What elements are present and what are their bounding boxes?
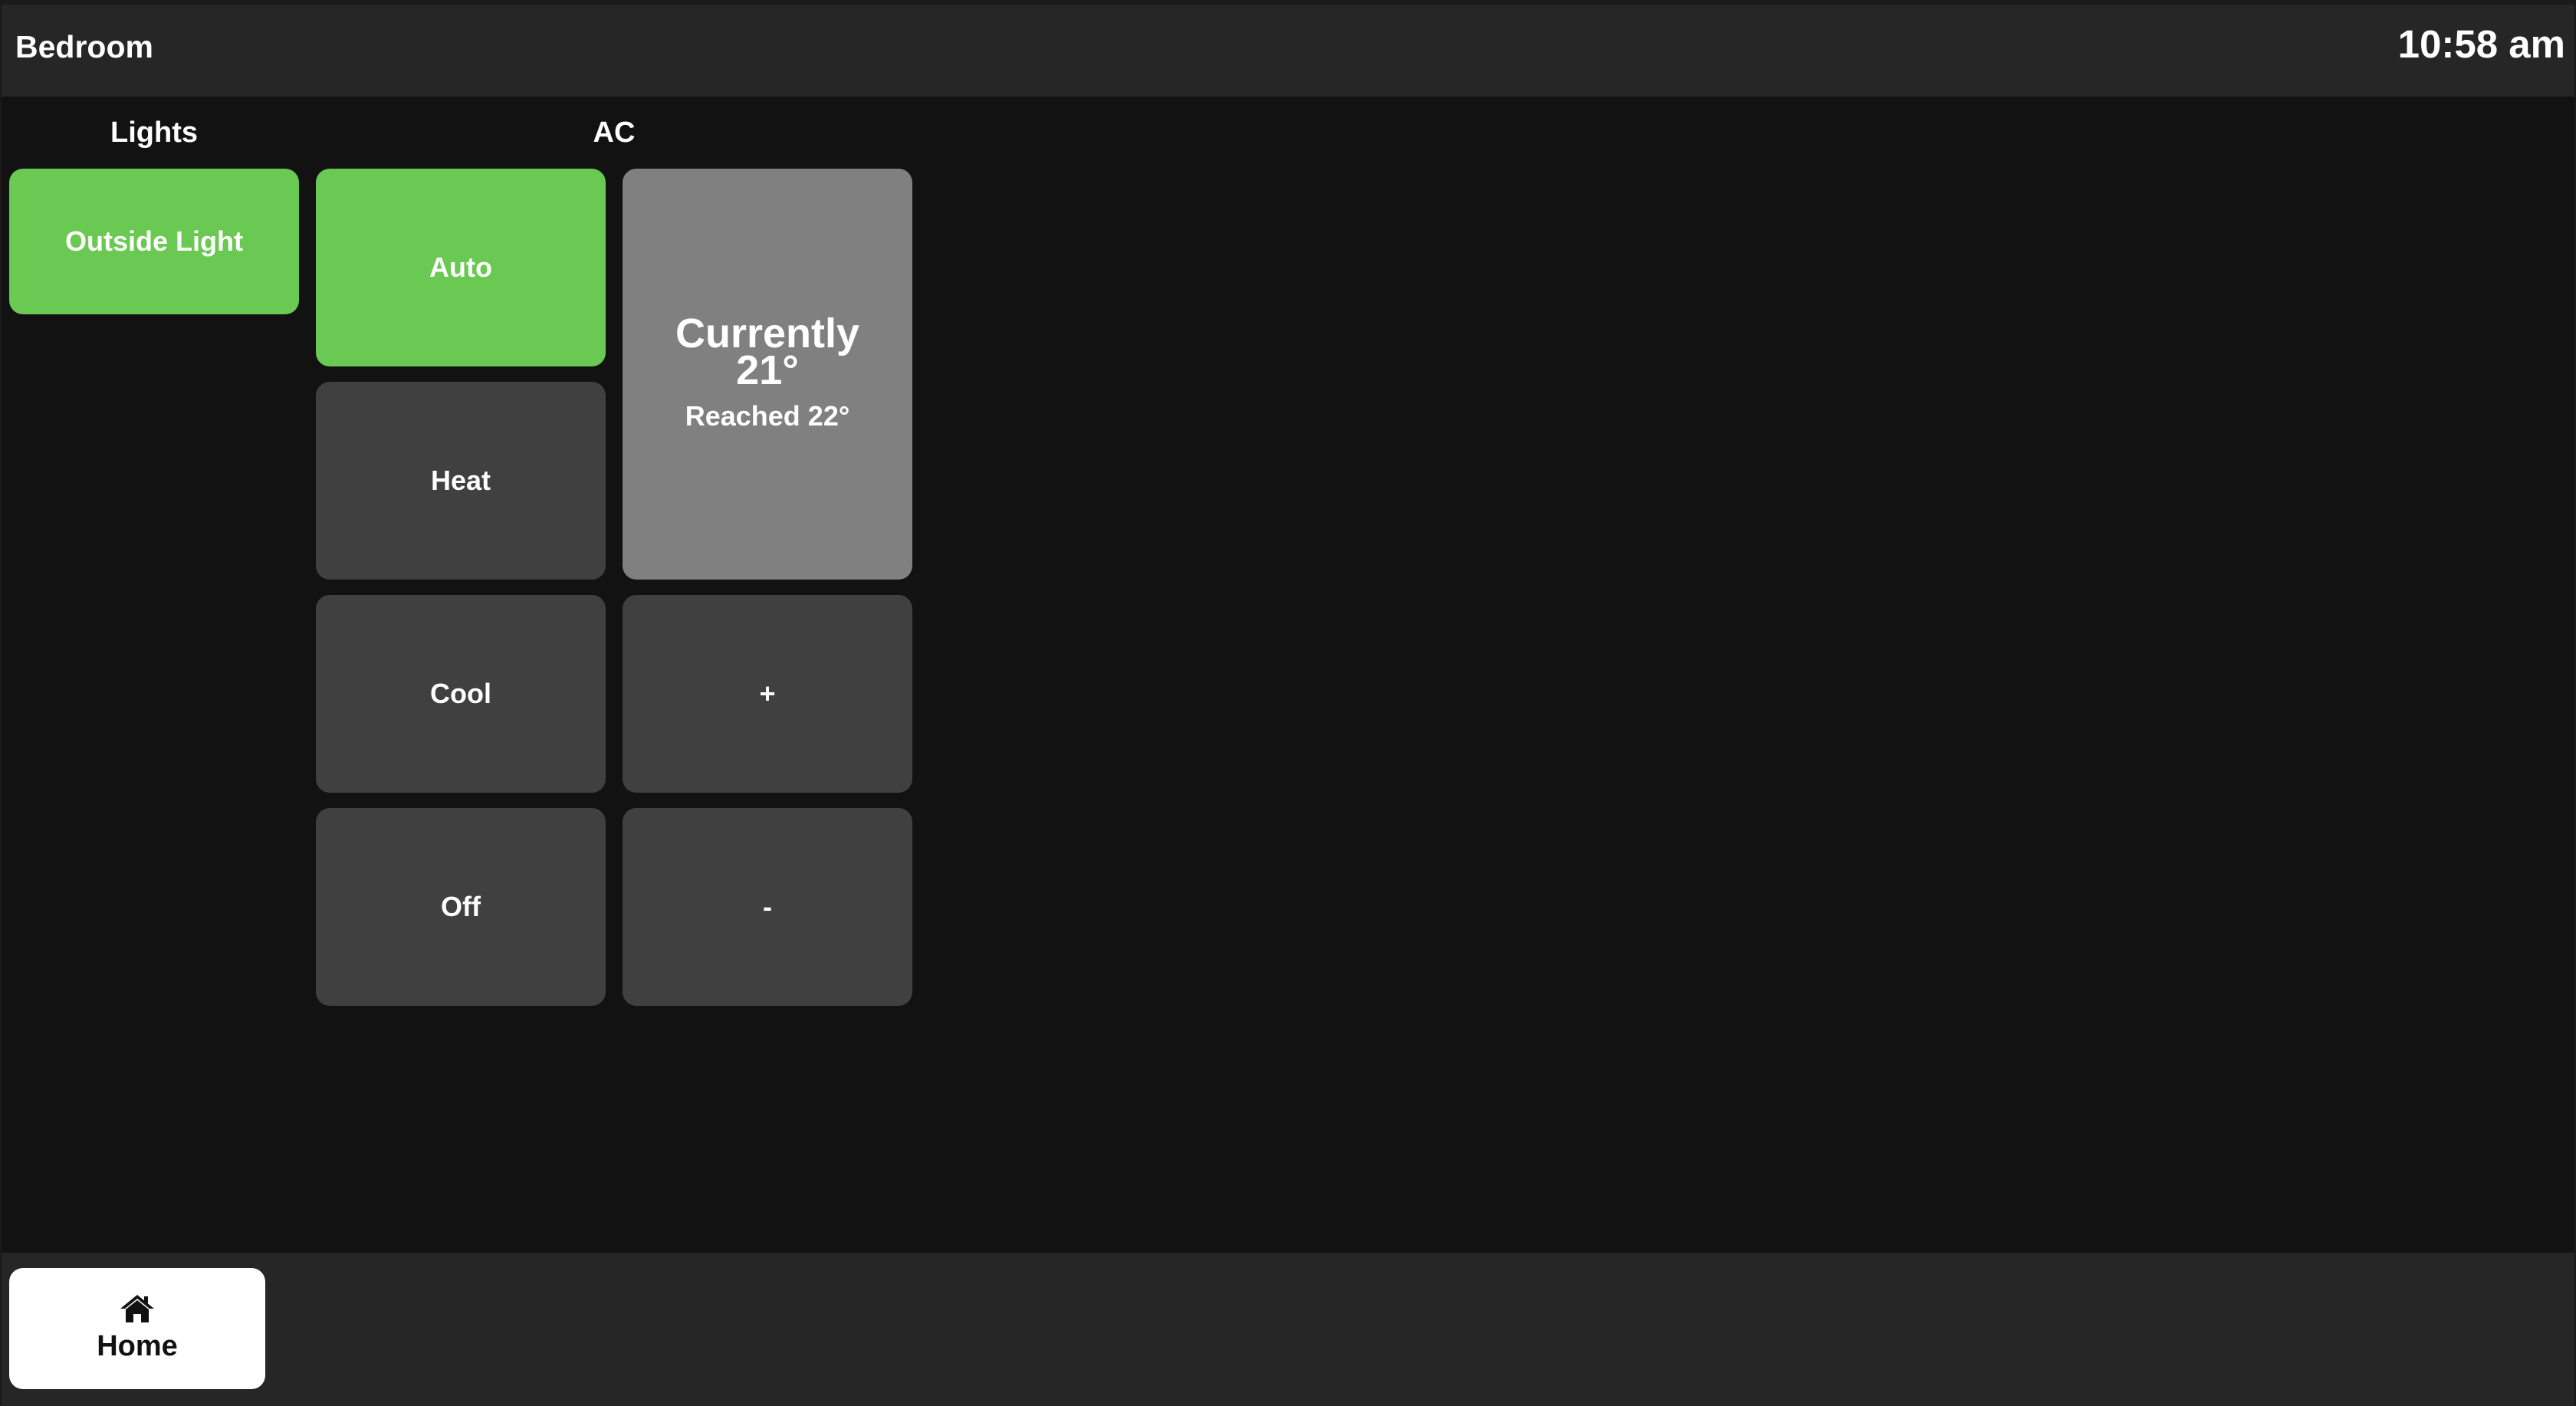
ac-mode-off-button[interactable]: Off — [316, 808, 606, 1006]
section-label-ac: AC — [593, 117, 636, 149]
ac-decrease-label: - — [763, 891, 772, 922]
header-bar: Bedroom 10:58 am — [2, 5, 2574, 97]
ac-mode-cool-label: Cool — [430, 678, 491, 709]
ac-increase-temp-button[interactable]: + — [623, 595, 912, 793]
ac-mode-off-label: Off — [441, 891, 481, 922]
home-button[interactable]: Home — [9, 1268, 265, 1389]
ac-mode-heat-button[interactable]: Heat — [316, 382, 606, 580]
ac-decrease-temp-button[interactable]: - — [623, 808, 912, 1006]
room-title: Bedroom — [15, 29, 153, 64]
app-frame: Bedroom 10:58 am Lights AC Outside Light… — [2, 5, 2574, 1406]
ac-increase-label: + — [759, 678, 776, 709]
footer-bar: Home — [2, 1253, 2574, 1406]
outside-light-button[interactable]: Outside Light — [9, 169, 299, 314]
ac-mode-heat-label: Heat — [430, 465, 491, 496]
ac-status-panel: Currently 21° Reached 22° — [623, 169, 912, 580]
ac-mode-cool-button[interactable]: Cool — [316, 595, 606, 793]
ac-mode-auto-label: Auto — [429, 251, 492, 283]
ac-status-current-temp: 21° — [736, 347, 799, 393]
clock: 10:58 am — [2397, 22, 2565, 66]
ac-status-reached: Reached 22° — [685, 400, 850, 432]
ac-mode-auto-button[interactable]: Auto — [316, 169, 606, 366]
home-label: Home — [97, 1330, 178, 1362]
home-icon — [120, 1295, 154, 1322]
section-label-lights: Lights — [110, 117, 198, 149]
ac-status-currently: Currently — [675, 310, 860, 356]
outside-light-label: Outside Light — [65, 225, 243, 257]
